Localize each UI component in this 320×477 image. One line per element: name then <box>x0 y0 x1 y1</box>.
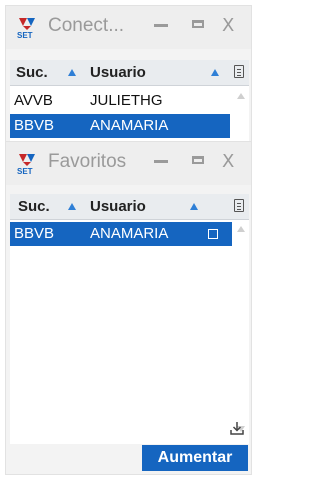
set-logo-icon: SET <box>17 154 35 176</box>
table-row[interactable]: AVVB JULIETHG <box>10 89 230 113</box>
cell-usuario: ANAMARIA <box>90 225 169 242</box>
cell-usuario: JULIETHG <box>90 92 163 109</box>
cell-suc: BBVB <box>14 225 55 242</box>
favorite-checkbox[interactable] <box>208 229 218 239</box>
column-header-suc[interactable]: Suc. <box>18 198 50 215</box>
svg-text:SET: SET <box>17 31 33 40</box>
scroll-up-icon[interactable] <box>237 93 245 99</box>
close-icon[interactable]: X <box>222 15 234 36</box>
minimize-icon[interactable] <box>154 160 168 163</box>
maximize-icon[interactable] <box>192 156 204 164</box>
column-header-suc[interactable]: Suc. <box>16 64 48 81</box>
favoritos-titlebar[interactable]: SET Favoritos X <box>6 142 251 185</box>
sort-asc-icon[interactable] <box>68 203 76 210</box>
maximize-icon[interactable] <box>192 20 204 28</box>
cell-suc: BBVB <box>14 117 55 134</box>
favoritos-grid: Suc. Usuario BBVB ANAMARIA <box>10 194 249 444</box>
cell-suc: AVVB <box>14 92 53 109</box>
svg-text:SET: SET <box>17 167 33 176</box>
download-icon[interactable] <box>230 421 244 435</box>
aumentar-button[interactable]: Aumentar <box>142 445 248 471</box>
grid-header: Suc. Usuario <box>10 60 249 86</box>
window-title: Conect... <box>48 15 125 36</box>
conectados-grid: Suc. Usuario AVVB JULIETHG BBVB ANAMARIA <box>10 60 249 146</box>
conectados-window: SET Conect... X Suc. Usuario AVVB JULIET… <box>6 6 251 146</box>
table-row[interactable]: BBVB ANAMARIA <box>10 222 232 246</box>
sort-asc-icon[interactable] <box>190 203 198 210</box>
scroll-up-icon[interactable] <box>237 226 245 232</box>
close-icon[interactable]: X <box>222 151 234 172</box>
sort-asc-icon[interactable] <box>68 69 76 76</box>
column-menu-icon[interactable] <box>234 65 244 78</box>
column-header-usuario[interactable]: Usuario <box>90 64 146 81</box>
column-menu-icon[interactable] <box>234 199 244 212</box>
set-logo-icon: SET <box>17 18 35 40</box>
cell-usuario: ANAMARIA <box>90 117 169 134</box>
column-header-usuario[interactable]: Usuario <box>90 198 146 215</box>
favoritos-window: SET Favoritos X Suc. Usuario BBVB ANAMAR… <box>6 142 251 474</box>
sort-asc-icon[interactable] <box>211 69 219 76</box>
window-title: Favoritos <box>48 151 127 172</box>
minimize-icon[interactable] <box>154 24 168 27</box>
grid-header: Suc. Usuario <box>10 194 249 220</box>
table-row[interactable]: BBVB ANAMARIA <box>10 114 230 138</box>
conectados-titlebar[interactable]: SET Conect... X <box>6 6 251 49</box>
